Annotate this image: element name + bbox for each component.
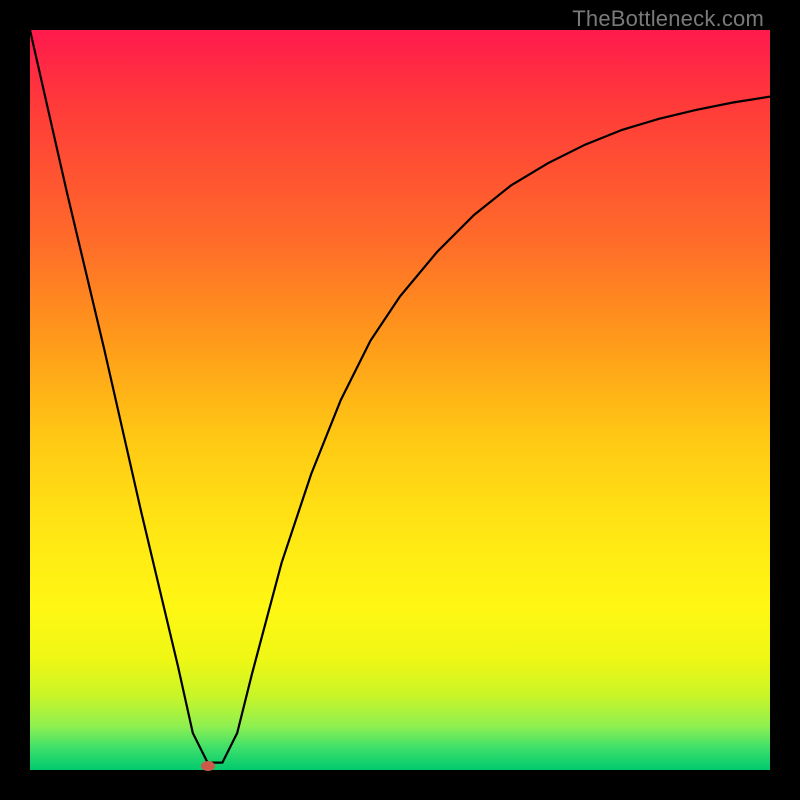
plot-area [30, 30, 770, 770]
bottleneck-curve [30, 30, 770, 770]
watermark-text: TheBottleneck.com [572, 6, 764, 32]
optimal-point-marker [201, 761, 215, 771]
curve-path [30, 30, 770, 763]
chart-frame: TheBottleneck.com [0, 0, 800, 800]
